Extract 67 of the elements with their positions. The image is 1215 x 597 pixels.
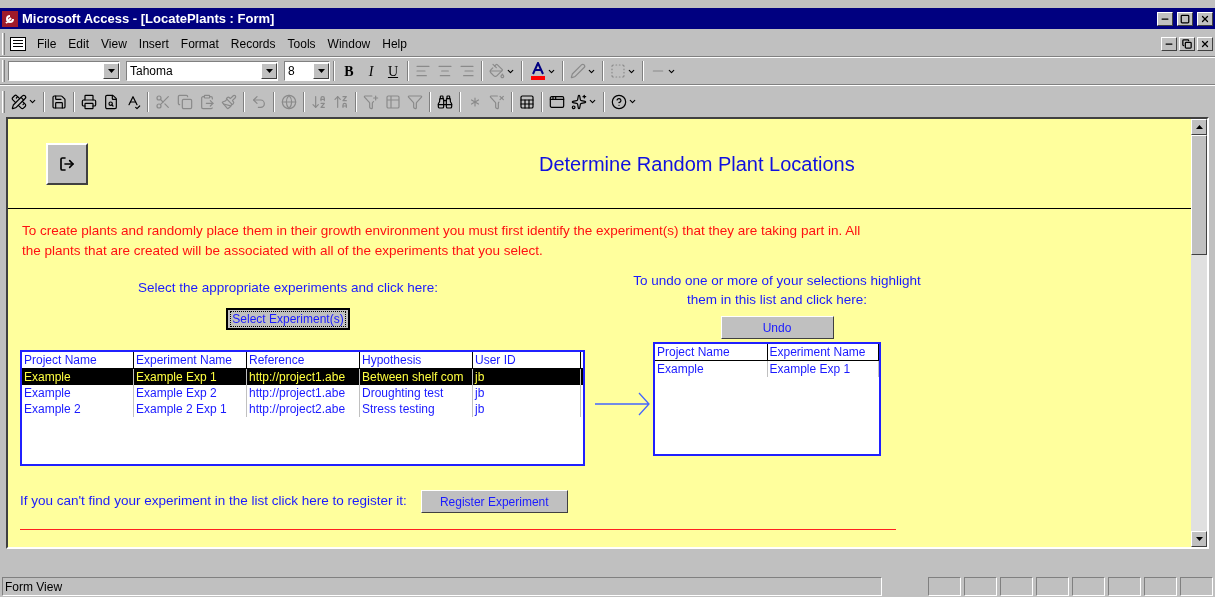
- menu-item[interactable]: View: [96, 34, 132, 53]
- scroll-thumb[interactable]: [1191, 135, 1207, 255]
- restore-icon[interactable]: [1179, 36, 1195, 51]
- column-header: Hypothesis: [360, 352, 473, 368]
- list-cell: jb: [473, 401, 581, 417]
- list-row[interactable]: Example 2 Example 2 Exp 1 http://project2.abe Stress testing jb: [22, 401, 583, 417]
- list-cell: Example 2: [22, 401, 134, 417]
- undo-prompt: To undo one or more of your selections highlight them in this list and click here:: [632, 272, 922, 309]
- list-row[interactable]: Example Example Exp 2 http://project1.abe Droughting test jb: [22, 385, 583, 401]
- column-header: Project Name: [22, 352, 134, 368]
- exit-button[interactable]: [46, 142, 88, 185]
- list-cell: Example Exp 1: [767, 361, 879, 377]
- column-header: User ID: [473, 352, 581, 368]
- status-panel: [1180, 577, 1213, 596]
- object-dropdown[interactable]: [8, 61, 120, 81]
- close-icon[interactable]: [1197, 36, 1213, 51]
- scroll-up-icon[interactable]: [1191, 119, 1207, 135]
- minimize-icon[interactable]: [1161, 36, 1177, 51]
- font-dropdown[interactable]: Tahoma: [126, 61, 278, 81]
- status-panel: [1000, 577, 1033, 596]
- status-panel: [928, 577, 961, 596]
- scroll-down-icon[interactable]: [1191, 531, 1207, 547]
- status-panel: [1108, 577, 1141, 596]
- select-experiments-button[interactable]: Select Experiment(s): [226, 308, 350, 331]
- status-panel: [964, 577, 997, 596]
- form-title: Determine Random Plant Locations: [539, 151, 855, 177]
- close-icon[interactable]: [1197, 11, 1213, 26]
- column-header: Reference: [247, 352, 360, 368]
- menu-item[interactable]: Window: [322, 34, 376, 53]
- menu-item[interactable]: Insert: [133, 34, 174, 53]
- list-row[interactable]: Example Example Exp 1 http://project1.abe Between shelf com jb: [22, 369, 583, 385]
- list-row[interactable]: Example Example Exp 1: [655, 361, 879, 377]
- column-header: Experiment Name: [134, 352, 247, 368]
- vertical-scrollbar[interactable]: [1191, 119, 1207, 547]
- instructions-text: To create plants and randomly place them in their growth environment you must first identify the experiment(s) that they are taking part in. All the plants that are created will be associated with all of the experiments that you select.: [22, 222, 862, 260]
- status-panel: [1144, 577, 1177, 596]
- menu-item[interactable]: Help: [377, 34, 412, 53]
- column-header: Project Name: [655, 344, 768, 360]
- menu-item[interactable]: Format: [175, 34, 224, 53]
- register-prompt: If you can't find your experiment in the list click here to register it:: [20, 492, 407, 511]
- menu-item[interactable]: Records: [225, 34, 281, 53]
- menu-item[interactable]: File: [32, 34, 62, 53]
- column-header: Experiment Name: [767, 344, 879, 360]
- selected-list[interactable]: Project Name Experiment Name Example Example Exp 1: [653, 342, 881, 456]
- status-panel: [1072, 577, 1105, 596]
- text-style-button[interactable]: U: [382, 60, 404, 82]
- minimize-icon[interactable]: [1157, 11, 1173, 26]
- text-style-button[interactable]: I: [360, 60, 382, 82]
- list-cell: Stress testing: [360, 401, 473, 417]
- status-text: Form View: [2, 577, 882, 596]
- select-prompt: Select the appropriate experiments and click here:: [137, 279, 439, 297]
- maximize-icon[interactable]: [1177, 11, 1193, 26]
- list-cell: Example: [655, 361, 768, 377]
- list-cell: http://project2.abe: [247, 401, 360, 417]
- list-cell: Example 2 Exp 1: [134, 401, 247, 417]
- menu-item[interactable]: Tools: [282, 34, 321, 53]
- font-size-dropdown[interactable]: 8: [284, 61, 330, 81]
- status-panel: [1036, 577, 1069, 596]
- app-icon: [2, 10, 18, 27]
- door-exit-icon: [59, 155, 75, 172]
- register-experiment-button[interactable]: Register Experiment: [420, 490, 568, 513]
- text-style-button[interactable]: B: [338, 60, 360, 82]
- menu-item[interactable]: Edit: [63, 34, 95, 53]
- undo-button[interactable]: Undo: [720, 316, 834, 339]
- form-menu-icon[interactable]: [10, 36, 26, 51]
- experiment-list[interactable]: [20, 350, 585, 466]
- window-title: Microsoft Access - [LocatePlants : Form]: [22, 9, 275, 28]
